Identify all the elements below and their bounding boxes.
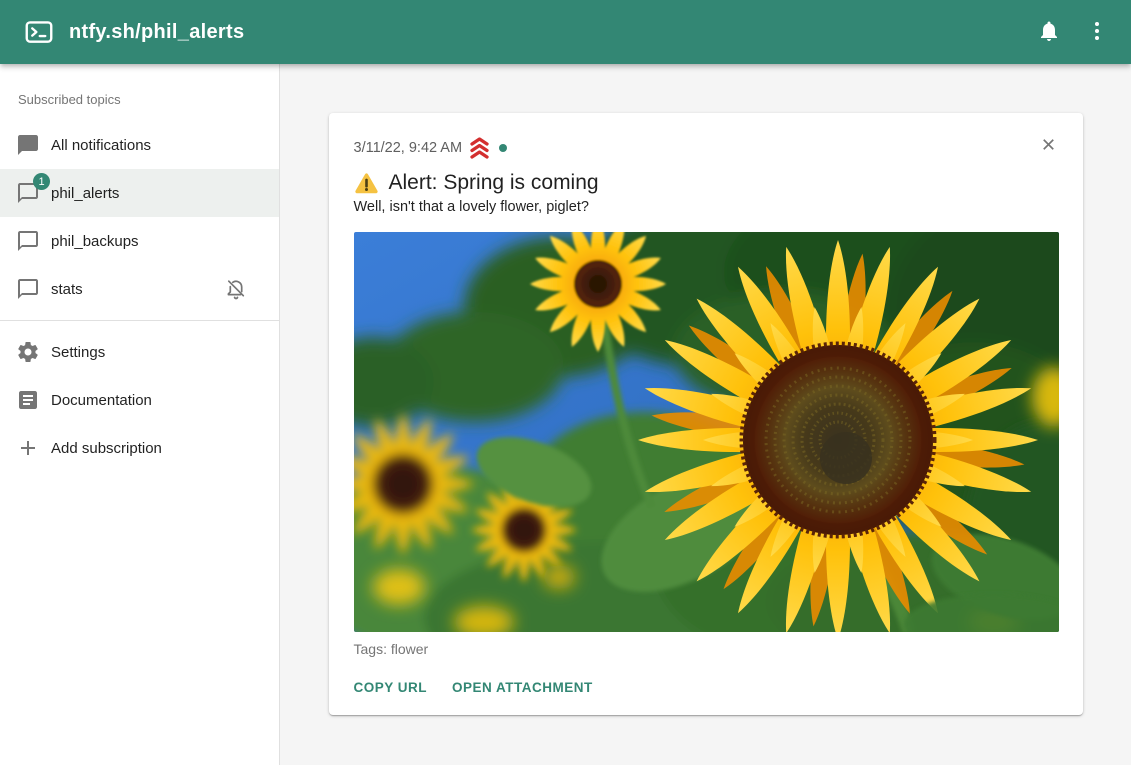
- plus-icon: [16, 436, 40, 460]
- sidebar-item-documentation[interactable]: Documentation: [0, 376, 279, 424]
- main-content: 3/11/22, 9:42 AM: [280, 64, 1131, 765]
- terminal-logo-icon: [24, 17, 54, 47]
- unread-count-badge: 1: [33, 173, 50, 190]
- notification-card: 3/11/22, 9:42 AM: [329, 113, 1083, 715]
- sidebar-item-all-notifications[interactable]: All notifications: [0, 121, 279, 169]
- app-bar: ntfy.sh/phil_alerts: [0, 0, 1131, 64]
- notifications-toggle-button[interactable]: [1025, 8, 1073, 56]
- sidebar: Subscribed topics All notifications 1 ph…: [0, 64, 280, 765]
- kebab-menu-icon: [1085, 19, 1109, 46]
- notification-timestamp: 3/11/22, 9:42 AM: [354, 140, 463, 156]
- notifications-off-icon: [224, 277, 248, 301]
- notification-body: Well, isn't that a lovely flower, piglet…: [354, 199, 1059, 215]
- chat-bubble-outline-icon: 1: [16, 181, 40, 205]
- close-x-icon: [1039, 135, 1058, 157]
- sidebar-item-label: Add subscription: [51, 440, 162, 457]
- overflow-menu-button[interactable]: [1073, 8, 1121, 56]
- copy-url-button[interactable]: COPY URL: [354, 680, 428, 695]
- settings-gear-icon: [16, 340, 40, 364]
- chat-bubble-outline-icon: [16, 277, 40, 301]
- sidebar-item-settings[interactable]: Settings: [0, 328, 279, 376]
- chat-bubble-filled-icon: [16, 133, 40, 157]
- sidebar-item-label: Settings: [51, 344, 105, 361]
- sidebar-section-label: Subscribed topics: [0, 70, 279, 121]
- sidebar-item-phil-alerts[interactable]: 1 phil_alerts: [0, 169, 279, 217]
- sidebar-item-phil-backups[interactable]: phil_backups: [0, 217, 279, 265]
- chat-bubble-outline-icon: [16, 229, 40, 253]
- close-notification-button[interactable]: [1033, 130, 1065, 162]
- open-attachment-button[interactable]: OPEN ATTACHMENT: [452, 680, 593, 695]
- sidebar-item-label: phil_backups: [51, 233, 139, 250]
- article-icon: [16, 388, 40, 412]
- sidebar-item-stats[interactable]: stats: [0, 265, 279, 313]
- sidebar-item-label: Documentation: [51, 392, 152, 409]
- priority-high-icon: [467, 137, 492, 159]
- warning-triangle-icon: [354, 172, 379, 195]
- bell-icon: [1037, 19, 1061, 46]
- notification-tags: Tags: flower: [354, 641, 1059, 657]
- attachment-image-sunflowers[interactable]: [354, 232, 1059, 632]
- sidebar-divider: [0, 320, 279, 321]
- sidebar-item-add-subscription[interactable]: Add subscription: [0, 424, 279, 472]
- notification-title: Alert: Spring is coming: [389, 171, 599, 195]
- sidebar-item-label: phil_alerts: [51, 185, 119, 202]
- unread-dot: [499, 144, 507, 152]
- app-title: ntfy.sh/phil_alerts: [69, 21, 244, 44]
- sidebar-item-label: All notifications: [51, 137, 151, 154]
- sidebar-item-label: stats: [51, 281, 83, 298]
